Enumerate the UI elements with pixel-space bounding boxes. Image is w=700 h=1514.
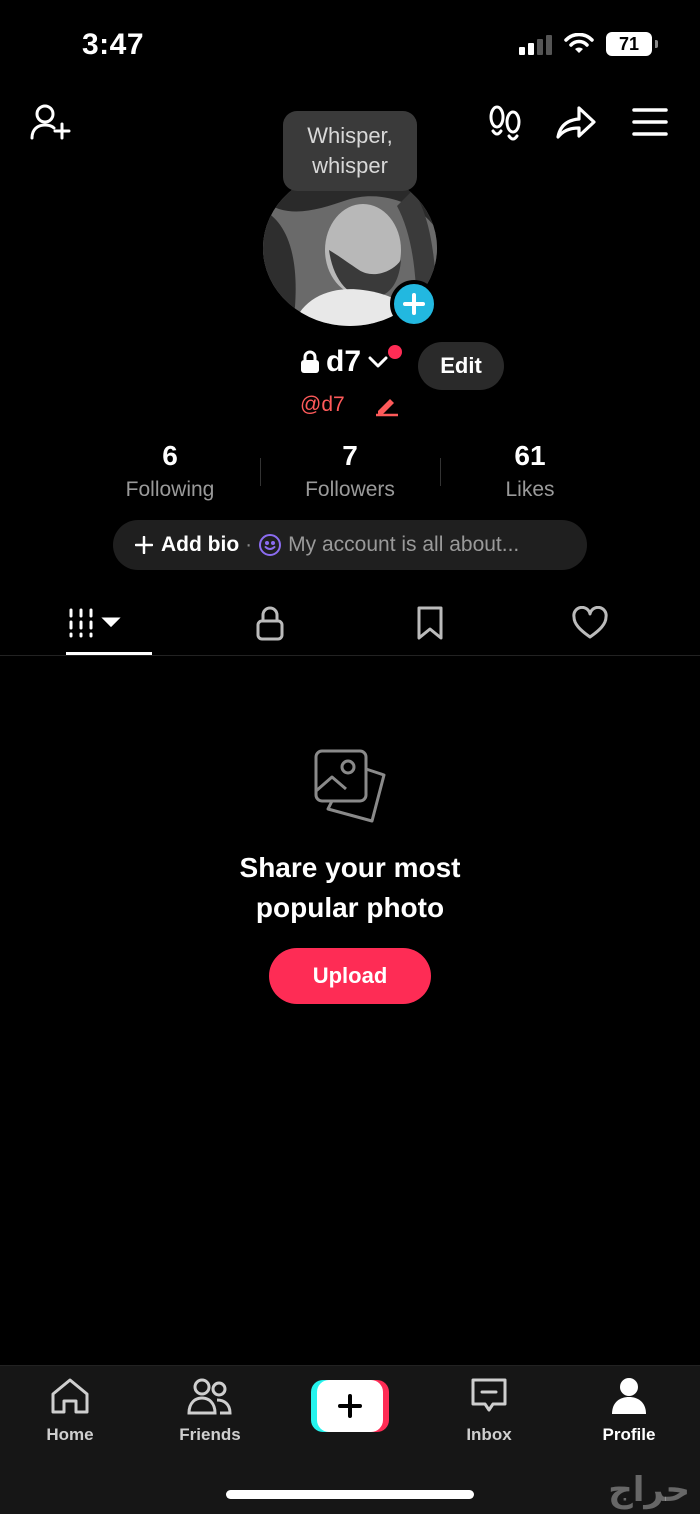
- account-switcher[interactable]: d7: [300, 345, 389, 379]
- tab-liked[interactable]: [510, 590, 670, 655]
- edit-pencil-icon[interactable]: [374, 393, 400, 417]
- footprints-icon[interactable]: [484, 100, 528, 144]
- handle: @d7: [300, 393, 345, 416]
- stat-label: Followers: [305, 478, 395, 501]
- stat-value: 6: [162, 440, 178, 471]
- bio-hint: My account is all about...: [288, 533, 520, 556]
- plus-icon: [135, 536, 153, 554]
- battery-icon: 71: [606, 32, 658, 56]
- stat-value: 61: [514, 440, 546, 471]
- create-plus-icon: [338, 1394, 362, 1418]
- tab-posts[interactable]: [0, 590, 190, 655]
- empty-state-title: Share your most popular photo: [0, 848, 700, 928]
- nav-label: Friends: [179, 1425, 241, 1444]
- grid-icon: [69, 608, 121, 637]
- share-icon[interactable]: [554, 100, 598, 144]
- empty-state-text: Share your most popular photo: [239, 852, 461, 923]
- menu-icon[interactable]: [628, 100, 672, 144]
- add-bio-button[interactable]: Add bio · My account is all about...: [113, 520, 587, 570]
- create-button[interactable]: [311, 1380, 389, 1432]
- notification-dot: [388, 345, 402, 359]
- tab-saved[interactable]: [350, 590, 510, 655]
- stat-value: 7: [342, 440, 358, 471]
- nav-friends[interactable]: Friends: [150, 1376, 270, 1445]
- create-button-face: [317, 1380, 383, 1432]
- nav-inbox[interactable]: Inbox: [429, 1376, 549, 1445]
- status-time: 3:47: [82, 28, 145, 61]
- tooltip: Whisper, whisper: [283, 111, 417, 191]
- tab-private[interactable]: [190, 590, 350, 655]
- plus-icon: [403, 293, 425, 315]
- add-friend-icon[interactable]: [28, 100, 72, 144]
- nav-label: Profile: [602, 1425, 656, 1444]
- stat-followers[interactable]: 7 Followers: [260, 440, 440, 502]
- wifi-icon: [564, 33, 594, 53]
- stat-following[interactable]: 6 Following: [80, 440, 260, 502]
- stat-likes[interactable]: 61 Likes: [440, 440, 620, 502]
- content-tabs: [0, 590, 700, 656]
- separator-dot: ·: [245, 533, 253, 556]
- home-icon: [51, 1378, 89, 1414]
- upload-button[interactable]: Upload: [269, 948, 431, 1004]
- status-indicators: 71: [519, 32, 658, 56]
- home-indicator[interactable]: [226, 1490, 474, 1499]
- photo-gallery-icon: [314, 749, 386, 823]
- profile-icon: [612, 1378, 646, 1414]
- edit-profile-button[interactable]: Edit: [418, 342, 504, 390]
- lock-icon: [256, 606, 284, 640]
- chevron-down-icon: [368, 356, 388, 368]
- add-bio-label: Add bio: [161, 533, 240, 556]
- stat-label: Likes: [505, 478, 555, 501]
- friends-icon: [187, 1378, 232, 1415]
- signal-icon: [519, 33, 552, 55]
- nav-label: Home: [46, 1425, 94, 1444]
- stat-label: Following: [125, 478, 215, 501]
- bookmark-icon: [417, 606, 443, 639]
- inbox-icon: [471, 1378, 507, 1412]
- watermark: حراج: [608, 1470, 690, 1510]
- profile-stats: 6 Following 7 Followers 61 Likes: [80, 440, 620, 502]
- nav-home[interactable]: Home: [10, 1376, 130, 1445]
- heart-icon: [572, 605, 608, 638]
- smile-icon: [259, 534, 282, 556]
- nav-label: Inbox: [466, 1425, 512, 1444]
- username: d7: [326, 345, 362, 378]
- nav-profile[interactable]: Profile: [569, 1376, 689, 1445]
- active-tab-indicator: [66, 652, 152, 655]
- add-photo-button[interactable]: [390, 280, 438, 328]
- lock-icon: [301, 350, 319, 373]
